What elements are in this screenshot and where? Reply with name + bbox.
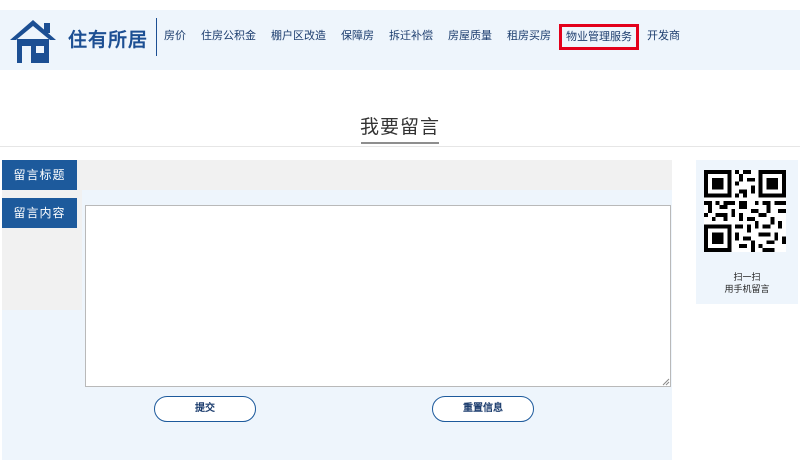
section-divider — [0, 146, 800, 147]
nav-item-rent-buy[interactable]: 租房买房 — [507, 24, 551, 50]
message-content-textarea[interactable] — [85, 205, 671, 387]
main-nav: 房价 住房公积金 棚户区改造 保障房 拆迁补偿 房屋质量 租房买房 物业管理服务… — [164, 23, 695, 51]
nav-item-affordable-housing[interactable]: 保障房 — [341, 24, 374, 50]
message-content-label: 留言内容 — [2, 198, 77, 228]
title-underline — [361, 142, 439, 144]
nav-item-developer[interactable]: 开发商 — [647, 24, 680, 50]
qr-panel: 扫一扫 用手机留言 — [696, 160, 798, 304]
nav-item-housing-fund[interactable]: 住房公积金 — [201, 24, 256, 50]
brand-name[interactable]: 住有所居 — [68, 25, 148, 52]
nav-item-housing-quality[interactable]: 房屋质量 — [448, 24, 492, 50]
resize-grip-icon[interactable] — [662, 378, 670, 386]
nav-item-demolition-compensation[interactable]: 拆迁补偿 — [389, 24, 433, 50]
message-title-input[interactable] — [82, 163, 670, 187]
qr-code-icon — [704, 170, 786, 252]
site-header: 住有所居 房价 住房公积金 棚户区改造 保障房 拆迁补偿 房屋质量 租房买房 物… — [0, 10, 800, 70]
nav-item-house-price[interactable]: 房价 — [164, 24, 186, 50]
reset-button[interactable]: 重置信息 — [432, 396, 534, 422]
qr-caption-mobile: 用手机留言 — [724, 285, 770, 295]
nav-item-property-management[interactable]: 物业管理服务 — [559, 24, 639, 50]
house-icon[interactable] — [8, 18, 58, 64]
header-divider — [156, 18, 157, 56]
nav-item-shantytown-renovation[interactable]: 棚户区改造 — [271, 24, 326, 50]
message-title-label: 留言标题 — [2, 160, 77, 190]
page-title: 我要留言 — [359, 116, 440, 138]
submit-button[interactable]: 提交 — [154, 396, 256, 422]
